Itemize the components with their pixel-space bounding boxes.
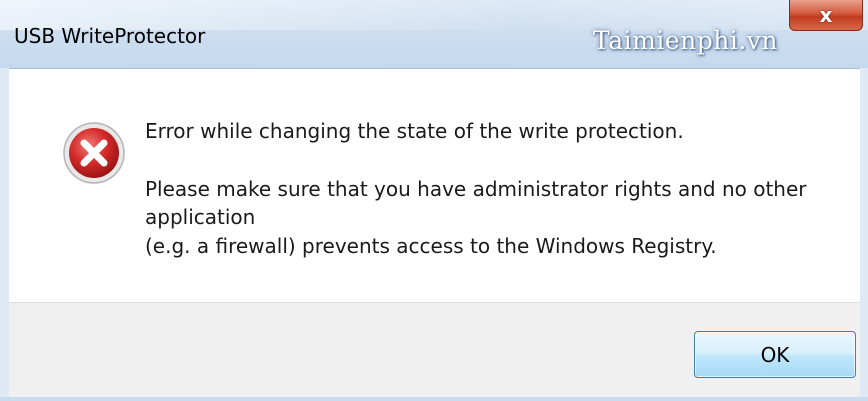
error-icon <box>63 122 125 184</box>
window-title: USB WriteProtector <box>14 24 206 48</box>
window-frame-bottom <box>0 397 868 401</box>
close-icon: x <box>819 3 833 27</box>
close-button[interactable]: x <box>789 0 863 31</box>
dialog-window: USB WriteProtector Taimienphi.vn x Error… <box>0 0 868 401</box>
error-detail-line-2: application <box>145 205 256 229</box>
ok-button[interactable]: OK <box>694 331 856 378</box>
error-detail-line-3: (e.g. a firewall) prevents access to the… <box>145 234 717 258</box>
error-message: Error while changing the state of the wr… <box>145 119 684 143</box>
error-detail-line-1: Please make sure that you have administr… <box>145 177 807 201</box>
watermark: Taimienphi.vn <box>593 26 779 55</box>
